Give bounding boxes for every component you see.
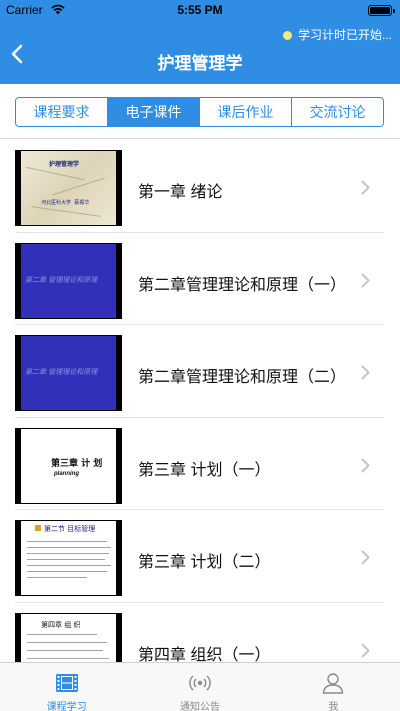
chevron-right-icon: [361, 365, 370, 380]
slide-thumbnail: 第二章 管理理论和原理: [15, 335, 122, 411]
tab-e-courseware[interactable]: 电子课件: [108, 98, 200, 126]
item-title: 第四章 组织（一）: [138, 646, 271, 663]
slide-thumbnail: 第四章 组 织: [15, 612, 122, 662]
status-bar: Carrier 5:55 PM: [0, 0, 400, 20]
tab-bar-label: 通知公告: [179, 702, 220, 711]
tab-bar-me[interactable]: 我: [267, 663, 400, 711]
thumb-text: planning: [54, 470, 79, 477]
item-title: 第二章管理理论和原理（二）: [138, 369, 347, 386]
slide-thumbnail: 第二节 目标管理: [15, 520, 122, 596]
chevron-right-icon: [361, 180, 370, 195]
item-title: 第二章管理理论和原理（一）: [138, 276, 347, 294]
tab-bar-label: 我: [328, 702, 339, 711]
courseware-list: 护理管理学 河北医科大学 蔡振华 第一章 绪论 第二章 管理理论和原理 第二章管…: [0, 140, 400, 662]
timer-notice: 学习计时已开始...: [282, 26, 392, 43]
timer-dot-icon: [282, 31, 292, 40]
thumb-text: 第二章 管理理论和原理: [25, 368, 98, 376]
segmented-tabs: 课程要求 电子课件 课后作业 交流讨论: [15, 97, 384, 127]
thumb-text: 护理管理学: [49, 161, 80, 168]
thumb-text: 第四章 组 织: [41, 620, 81, 629]
chevron-right-icon: [361, 273, 370, 287]
list-item[interactable]: 第二节 目标管理 第三章 计划（二）: [0, 510, 400, 603]
list-item[interactable]: 第三章 计 划 planning 第三章 计划（一）: [0, 418, 400, 511]
film-icon: [55, 674, 78, 692]
nav-bar: 学习计时已开始... 护理管理学: [0, 20, 400, 84]
battery-icon: [368, 5, 395, 16]
slide-thumbnail: 护理管理学 河北医科大学 蔡振华: [15, 150, 122, 226]
thumb-text: 第二章 管理理论和原理: [25, 275, 98, 284]
list-item[interactable]: 第四章 组 织 第四章 组织（一）: [0, 603, 400, 663]
tab-bar-notices[interactable]: 通知公告: [133, 663, 266, 711]
tab-bar-course-study[interactable]: 课程学习: [0, 663, 133, 711]
slide-thumbnail: 第二章 管理理论和原理: [15, 242, 122, 319]
item-title: 第一章 绪论: [138, 184, 223, 201]
list-item[interactable]: 第二章 管理理论和原理 第二章管理理论和原理（一）: [0, 233, 400, 326]
tab-homework[interactable]: 课后作业: [200, 98, 292, 126]
item-title: 第三章 计划（二）: [138, 554, 271, 571]
slide-thumbnail: 第三章 计 划 planning: [15, 427, 122, 504]
item-title: 第三章 计划（一）: [138, 461, 271, 479]
thumb-text: 第三章 计 划: [51, 458, 103, 469]
person-icon: [323, 673, 344, 694]
thumb-text: 蔡振华: [74, 200, 90, 206]
tab-discussion[interactable]: 交流讨论: [292, 98, 383, 126]
chevron-right-icon: [361, 643, 370, 657]
list-item[interactable]: 第二章 管理理论和原理 第二章管理理论和原理（二）: [0, 325, 400, 418]
broadcast-icon: [189, 675, 211, 691]
page-title: 护理管理学: [157, 54, 243, 73]
status-time: 5:55 PM: [177, 3, 223, 17]
chevron-right-icon: [361, 458, 370, 472]
thumb-text: 第二节 目标管理: [44, 525, 96, 533]
timer-notice-text: 学习计时已开始...: [297, 28, 392, 42]
tab-bar: 课程学习 通知公告 我: [0, 662, 400, 711]
list-item[interactable]: 护理管理学 河北医科大学 蔡振华 第一章 绪论: [0, 140, 400, 233]
thumb-text: 河北医科大学: [41, 200, 72, 206]
tab-course-requirements[interactable]: 课程要求: [16, 98, 108, 126]
chevron-right-icon: [361, 550, 370, 565]
tabs-container: 课程要求 电子课件 课后作业 交流讨论: [0, 84, 400, 139]
tab-bar-label: 课程学习: [46, 702, 87, 711]
